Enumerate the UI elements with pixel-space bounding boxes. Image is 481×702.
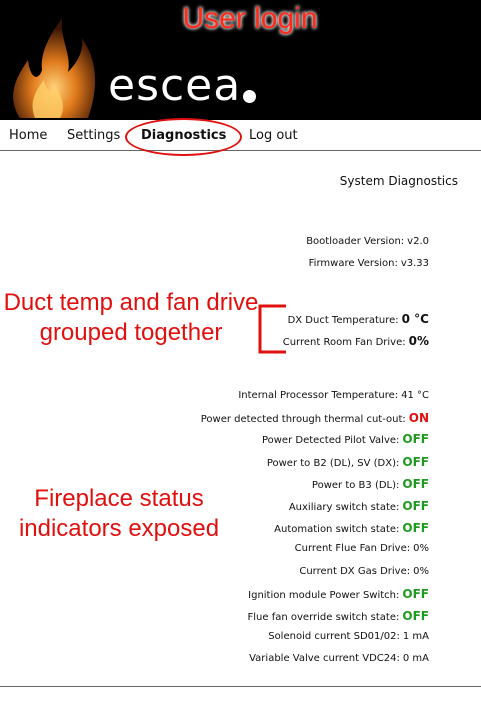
diag-row: Current Room Fan Drive: 0% xyxy=(283,334,429,348)
diag-value: v2.0 xyxy=(407,236,429,247)
diag-value: OFF xyxy=(402,587,429,601)
diag-value: OFF xyxy=(402,521,429,535)
annotation-bracket xyxy=(258,304,286,354)
diag-row: Current Flue Fan Drive: 0% xyxy=(295,543,429,554)
nav-home-link[interactable]: Home xyxy=(9,128,47,143)
diag-label: Solenoid current SD01/02: xyxy=(268,631,400,642)
diag-row: Variable Valve current VDC24: 0 mA xyxy=(249,653,429,664)
diag-row: DX Duct Temperature: 0 °C xyxy=(288,312,429,326)
diag-value: v3.33 xyxy=(400,258,429,269)
diag-label: Current DX Gas Drive: xyxy=(299,566,411,577)
diag-value: OFF xyxy=(402,609,429,623)
diag-value: 0 mA xyxy=(402,653,429,664)
diag-label: Current Room Fan Drive: xyxy=(282,337,406,348)
escea-logo: escea xyxy=(108,60,242,111)
diag-value: 41 °C xyxy=(401,390,429,401)
diag-value: 1 mA xyxy=(402,631,429,642)
diag-value: 0 °C xyxy=(401,312,429,326)
diag-row: Solenoid current SD01/02: 1 mA xyxy=(268,631,429,642)
diag-value: 0% xyxy=(408,334,429,348)
diag-value: OFF xyxy=(402,499,429,513)
diag-row: Bootloader Version: v2.0 xyxy=(306,236,429,247)
diag-row: Power to B3 (DL): OFF xyxy=(312,477,429,491)
annotation-circle xyxy=(125,118,242,156)
diag-label: Auxiliary switch state: xyxy=(288,502,400,513)
diag-value: 0% xyxy=(413,543,429,554)
diag-label: Ignition module Power Switch: xyxy=(248,590,400,601)
diag-row: Firmware Version: v3.33 xyxy=(309,258,429,269)
diag-value: OFF xyxy=(402,432,429,446)
diag-row: Flue fan override switch state: OFF xyxy=(248,609,429,623)
diag-label: Variable Valve current VDC24: xyxy=(249,653,400,664)
diag-value: ON xyxy=(408,411,429,425)
diag-label: Power Detected Pilot Valve: xyxy=(261,435,400,446)
diag-label: Bootloader Version: xyxy=(306,236,405,247)
annotation-user-login: User login xyxy=(182,2,318,35)
nav-settings-link[interactable]: Settings xyxy=(67,128,120,143)
diag-row: Power Detected Pilot Valve: OFF xyxy=(262,432,429,446)
diag-label: Current Flue Fan Drive: xyxy=(294,543,411,554)
diag-row: Power detected through thermal cut-out: O… xyxy=(201,411,429,425)
diag-label: Internal Processor Temperature: xyxy=(238,390,399,401)
page-title: System Diagnostics xyxy=(339,174,458,188)
nav-logout-link[interactable]: Log out xyxy=(249,128,298,143)
diag-row: Power to B2 (DL), SV (DX): OFF xyxy=(267,455,429,469)
diag-label: DX Duct Temperature: xyxy=(287,315,399,326)
flame-logo-icon xyxy=(13,18,96,118)
diag-row: Auxiliary switch state: OFF xyxy=(289,499,429,513)
diag-row: Internal Processor Temperature: 41 °C xyxy=(238,390,429,401)
diag-label: Power to B2 (DL), SV (DX): xyxy=(266,458,400,469)
diag-label: Flue fan override switch state: xyxy=(247,612,400,623)
diag-label: Power detected through thermal cut-out: xyxy=(200,414,406,425)
diag-row: Ignition module Power Switch: OFF xyxy=(248,587,429,601)
diag-value: 0% xyxy=(413,566,429,577)
diag-label: Automation switch state: xyxy=(274,524,400,535)
diag-value: OFF xyxy=(402,455,429,469)
diag-label: Power to B3 (DL): xyxy=(311,480,400,491)
annotation-fireplace-status: Fireplace status indicators exposed xyxy=(18,485,220,542)
footer-divider xyxy=(0,686,481,687)
diag-value: OFF xyxy=(402,477,429,491)
diag-row: Automation switch state: OFF xyxy=(274,521,429,535)
diag-row: Current DX Gas Drive: 0% xyxy=(299,566,429,577)
diag-label: Firmware Version: xyxy=(308,258,398,269)
annotation-duct-grouping: Duct temp and fan drive grouped together xyxy=(3,289,259,346)
logo-dot xyxy=(243,90,256,103)
